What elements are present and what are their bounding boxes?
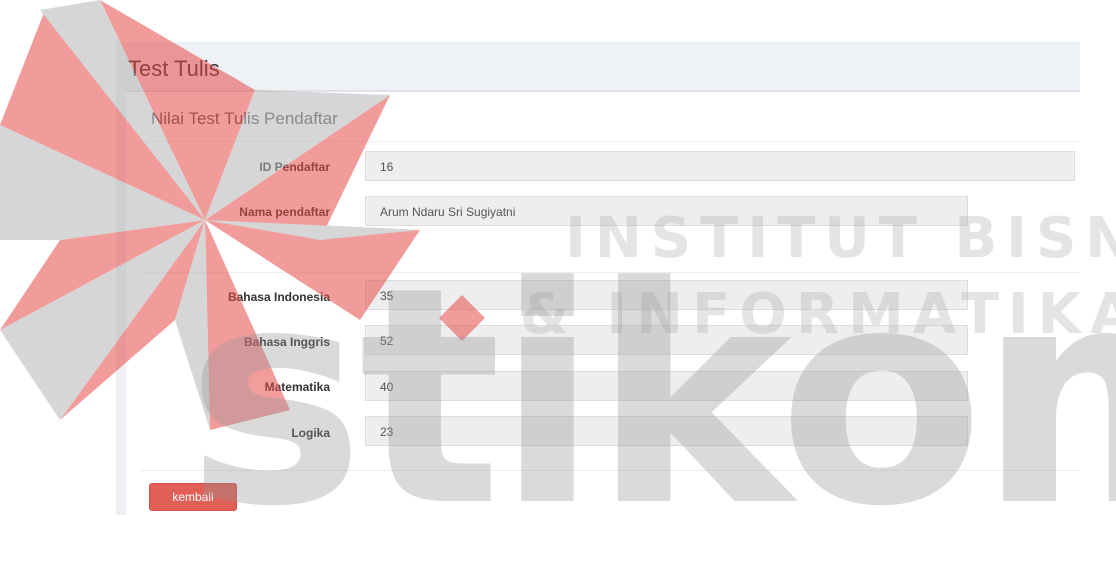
divider-middle (140, 272, 1080, 273)
score-field-bahasa-inggris[interactable]: 52 (365, 325, 968, 355)
score-label-logika: Logika (291, 426, 330, 440)
score-label-bahasa-indonesia: Bahasa Indonesia (227, 290, 330, 304)
divider-bottom (140, 470, 1080, 471)
id-pendaftar-label: ID Pendaftar (259, 160, 330, 174)
nama-pendaftar-field[interactable]: Arum Ndaru Sri Sugiyatni (365, 196, 968, 226)
score-field-logika[interactable]: 23 (365, 416, 968, 446)
section-subtitle: Nilai Test Tulis Pendaftar (151, 109, 338, 128)
score-field-matematika[interactable]: 40 (365, 371, 968, 401)
divider-top (140, 141, 1080, 142)
id-pendaftar-field[interactable]: 16 (365, 151, 1075, 181)
score-label-bahasa-inggris: Bahasa Inggris (243, 335, 330, 349)
score-label-matematika: Matematika (264, 380, 330, 394)
page-title: Test Tulis (128, 56, 220, 81)
page-header: Test Tulis (126, 42, 1080, 92)
panel-left-border (116, 42, 126, 515)
score-field-bahasa-indonesia[interactable]: 35 (365, 280, 968, 310)
kembali-button[interactable]: kembali (149, 483, 237, 511)
nama-pendaftar-label: Nama pendaftar (239, 205, 330, 219)
